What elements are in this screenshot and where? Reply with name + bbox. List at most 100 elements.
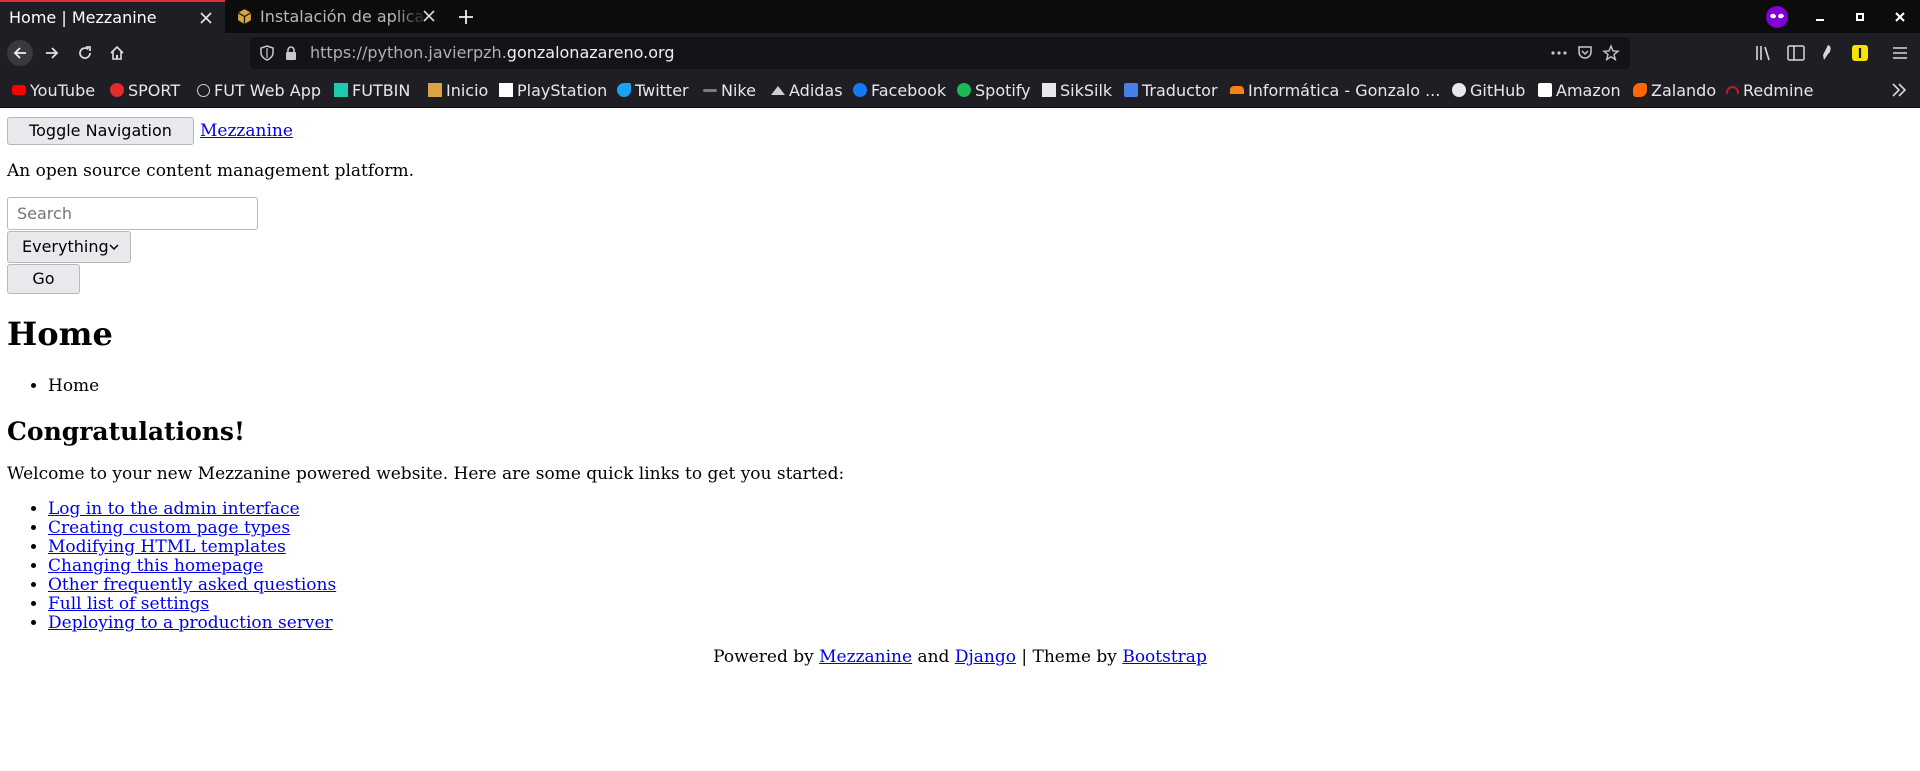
twitter-icon xyxy=(617,83,631,97)
close-window-button[interactable] xyxy=(1880,0,1920,33)
menu-icon[interactable] xyxy=(1890,43,1910,63)
toggle-navigation-button[interactable]: Toggle Navigation xyxy=(7,117,194,145)
bookmark-label: Redmine xyxy=(1743,80,1814,100)
chevron-down-icon xyxy=(109,244,119,251)
library-icon[interactable] xyxy=(1754,43,1774,63)
bookmark-playstation[interactable]: PlayStation xyxy=(499,80,607,100)
bookmark-redmine[interactable]: Redmine xyxy=(1726,80,1813,100)
tab-home-mezzanine[interactable]: Home | Mezzanine xyxy=(0,0,225,33)
minimize-icon xyxy=(1816,18,1824,21)
maximize-button[interactable] xyxy=(1840,0,1880,33)
bookmark-siksilk[interactable]: SikSilk xyxy=(1042,80,1112,100)
tab-title: Instalación de aplicaci xyxy=(260,7,428,26)
changing-homepage-link[interactable]: Changing this homepage xyxy=(48,556,263,576)
siksilk-icon xyxy=(1042,83,1056,97)
github-icon xyxy=(1452,83,1466,97)
bookmark-informatica[interactable]: Informática - Gonzalo ... xyxy=(1230,80,1440,100)
admin-login-link[interactable]: Log in to the admin interface xyxy=(48,499,300,519)
tab-title: Home | Mezzanine xyxy=(9,8,157,27)
deployment-link[interactable]: Deploying to a production server xyxy=(48,613,333,633)
facebook-icon xyxy=(853,83,867,97)
html-templates-link[interactable]: Modifying HTML templates xyxy=(48,537,286,557)
welcome-text: Welcome to your new Mezzanine powered we… xyxy=(7,464,845,484)
congratulations-heading: Congratulations! xyxy=(7,417,245,446)
bookmark-amazon[interactable]: Amazon xyxy=(1538,80,1621,100)
bookmark-traductor[interactable]: Traductor xyxy=(1124,80,1218,100)
breadcrumb-item: Home xyxy=(48,376,99,396)
bookmark-futbin[interactable]: FUTBIN xyxy=(334,80,410,100)
bookmark-label: Zalando xyxy=(1651,80,1717,100)
home-button[interactable] xyxy=(105,41,129,65)
page-actions-icon[interactable] xyxy=(1550,44,1568,62)
bookmark-inicio[interactable]: Inicio xyxy=(428,80,488,100)
bookmark-twitter[interactable]: Twitter xyxy=(617,80,689,100)
custom-page-types-link[interactable]: Creating custom page types xyxy=(48,518,290,538)
bookmark-star-icon[interactable] xyxy=(1602,44,1620,62)
zalando-icon xyxy=(1633,83,1647,97)
arrow-right-icon xyxy=(46,47,59,59)
back-button[interactable] xyxy=(7,40,33,66)
bookmark-facebook[interactable]: Facebook xyxy=(853,80,946,100)
search-scope-select[interactable]: Everything xyxy=(7,231,131,263)
forward-button[interactable] xyxy=(40,41,64,65)
brand-link[interactable]: Mezzanine xyxy=(200,121,293,141)
url-prefix: https://python.javierpzh. xyxy=(310,43,507,62)
bookmark-github[interactable]: GitHub xyxy=(1452,80,1525,100)
tracking-protection-icon[interactable] xyxy=(258,44,276,62)
url-domain: gonzalonazareno.org xyxy=(506,43,675,62)
search-go-button[interactable]: Go xyxy=(7,264,80,294)
page-content: Toggle Navigation Mezzanine An open sour… xyxy=(0,108,1920,771)
footer-text: | Theme by xyxy=(1021,647,1117,667)
pocket-icon[interactable] xyxy=(1576,44,1594,62)
close-tab-icon[interactable] xyxy=(197,9,215,27)
bookmark-fut-web-app[interactable]: FUT Web App xyxy=(197,80,321,100)
extension-icon[interactable] xyxy=(1850,43,1870,63)
close-tab-icon[interactable] xyxy=(420,7,438,25)
cube-icon xyxy=(428,83,442,97)
bookmark-adidas[interactable]: Adidas xyxy=(771,80,843,100)
spotify-icon xyxy=(957,83,971,97)
bookmark-youtube[interactable]: YouTube xyxy=(12,80,95,100)
chevron-double-right-icon[interactable] xyxy=(1890,82,1908,98)
django-link[interactable]: Django xyxy=(955,647,1016,667)
bookmark-nike[interactable]: Nike xyxy=(703,80,756,100)
bookmark-sport[interactable]: SPORT xyxy=(110,80,180,100)
tab-strip: Home | Mezzanine Instalación de aplicaci xyxy=(0,0,1920,33)
bookmark-label: Spotify xyxy=(975,80,1031,100)
bookmark-spotify[interactable]: Spotify xyxy=(957,80,1031,100)
mezzanine-link[interactable]: Mezzanine xyxy=(819,647,912,667)
bookmarks-toolbar: YouTube SPORT FUT Web App FUTBIN Inicio … xyxy=(0,73,1920,108)
extension-icon[interactable] xyxy=(1818,43,1838,63)
tab-instalacion[interactable]: Instalación de aplicaci xyxy=(226,0,448,33)
bookmark-label: Adidas xyxy=(789,80,843,100)
bookmark-label: SPORT xyxy=(128,80,181,100)
quick-links-list: Log in to the admin interface Creating c… xyxy=(0,500,336,633)
reload-button[interactable] xyxy=(73,41,97,65)
settings-list-link[interactable]: Full list of settings xyxy=(48,594,209,614)
new-tab-icon[interactable] xyxy=(456,7,476,27)
home-icon xyxy=(110,45,124,60)
url-text[interactable]: https://python.javierpzh.gonzalonazareno… xyxy=(310,43,675,62)
list-item: Log in to the admin interface xyxy=(48,500,336,519)
list-item: Changing this homepage xyxy=(48,557,336,576)
search-input[interactable] xyxy=(7,197,258,230)
sidebar-icon[interactable] xyxy=(1786,43,1806,63)
lock-icon[interactable] xyxy=(282,44,300,62)
list-item: Other frequently asked questions xyxy=(48,576,336,595)
bookmark-label: Amazon xyxy=(1556,80,1621,100)
bookmark-zalando[interactable]: Zalando xyxy=(1633,80,1716,100)
bookmark-label: GitHub xyxy=(1470,80,1526,100)
redmine-icon xyxy=(1726,86,1739,94)
faq-link[interactable]: Other frequently asked questions xyxy=(48,575,336,595)
address-bar[interactable]: https://python.javierpzh.gonzalonazareno… xyxy=(250,37,1630,69)
bootstrap-link[interactable]: Bootstrap xyxy=(1122,647,1207,667)
private-browsing-icon xyxy=(1766,5,1788,28)
breadcrumb: Home xyxy=(0,376,99,396)
close-icon xyxy=(1895,11,1905,22)
footer-text: and xyxy=(917,647,950,667)
translate-icon xyxy=(1124,83,1138,97)
navigation-toolbar: https://python.javierpzh.gonzalonazareno… xyxy=(0,33,1920,73)
reload-icon xyxy=(79,46,91,59)
minimize-button[interactable] xyxy=(1800,0,1840,33)
globe-icon xyxy=(197,83,210,97)
